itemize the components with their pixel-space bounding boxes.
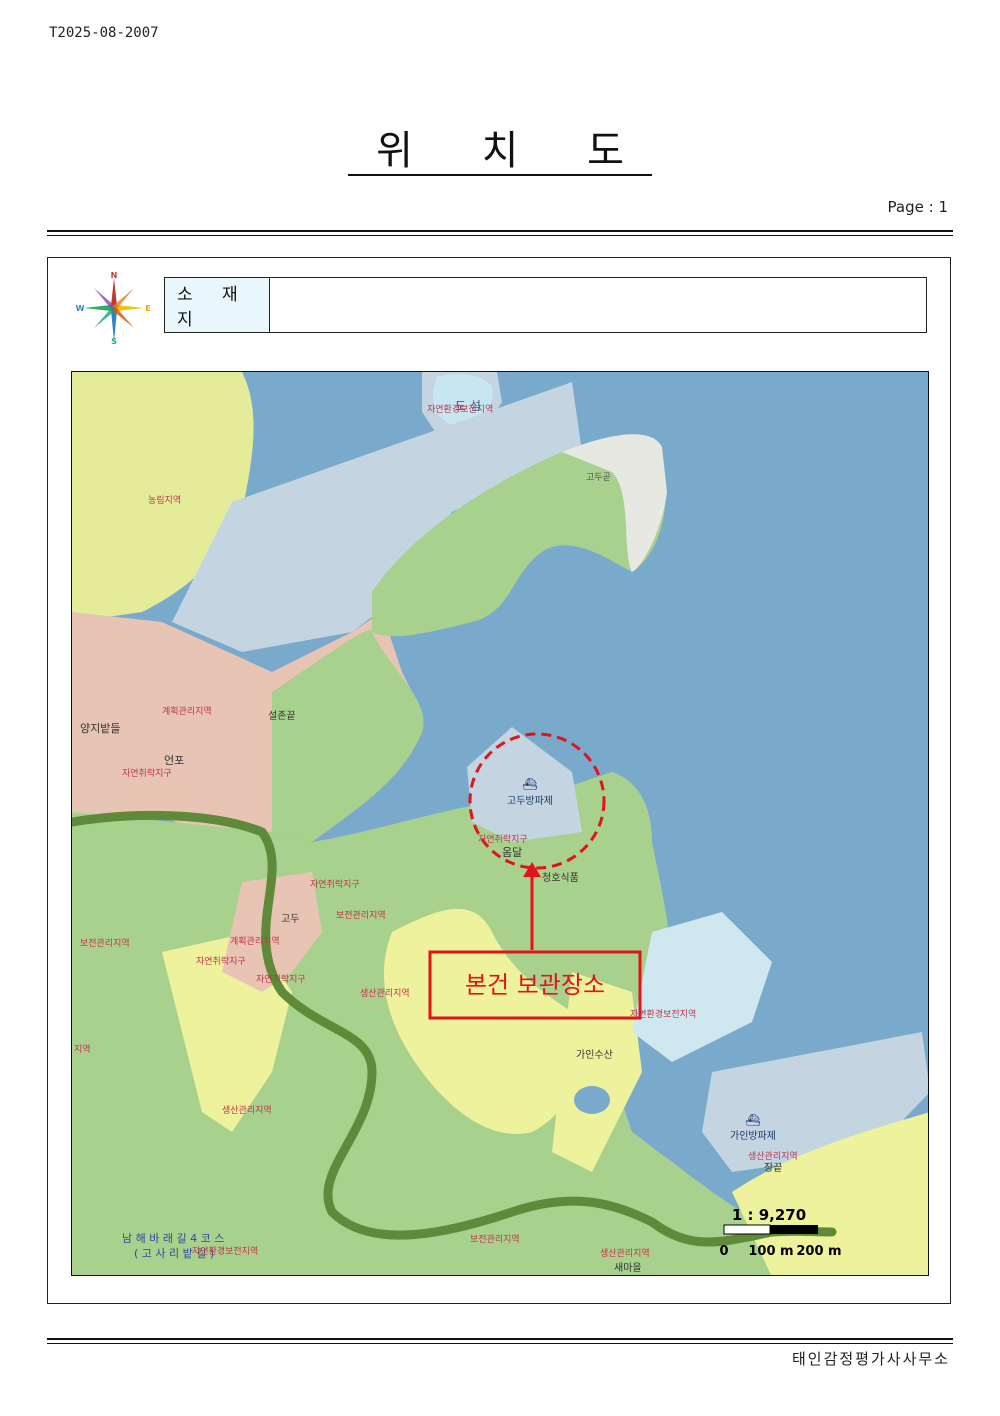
label-yangjibat: 양지밭들 (80, 722, 120, 735)
label-bojeon-2: 보전관리지역 (80, 938, 130, 949)
label-cheongho: 청호식품 (542, 872, 579, 884)
label-gyehoek-1: 계획관리지역 (162, 705, 212, 717)
label-gainbang: 가인방파제 (730, 1130, 776, 1142)
address-value (270, 278, 926, 332)
scale-seg-white (723, 1224, 771, 1235)
compass-s: S (111, 337, 117, 346)
ship-icon: ⛴ (522, 777, 537, 791)
scale-tick-100: 100 m (748, 1244, 793, 1259)
compass-e: E (145, 304, 150, 313)
label-saengsan-2: 생산관리지역 (222, 1105, 272, 1116)
office-name: 태인감정평가사사무소 (791, 1350, 950, 1368)
label-godubang: 고두방파제 (507, 795, 553, 807)
label-jayeonhwangyeong-3: 자연환경보전지역 (192, 1245, 258, 1257)
label-chwirak-1: 자연취락지구 (122, 767, 172, 779)
label-bojeon-3: 보전관리지역 (470, 1234, 520, 1245)
scale-tick-0: 0 (719, 1244, 728, 1259)
label-godu: 고두 (281, 914, 299, 925)
label-godugot: 고두곧 (586, 472, 611, 483)
compass-w: W (76, 304, 85, 313)
label-chwirak-4: 자연취락지구 (196, 955, 246, 967)
header-double-rule (47, 230, 953, 236)
label-chwirak-3: 자연취락지구 (310, 878, 360, 890)
label-jayeonhwangyeong-1: 자연환경보전지역 (427, 403, 493, 415)
label-seoljongot: 설존끝 (268, 710, 296, 722)
callout-text: 본건 보관장소 (465, 971, 605, 999)
label-gainsusan: 가인수산 (576, 1049, 613, 1061)
label-chwirak-5: 자연취락지구 (256, 973, 306, 985)
address-table: 소 재 지 (164, 277, 927, 333)
label-saengsan-4: 생산관리지역 (600, 1248, 650, 1259)
label-eonpo: 언포 (164, 754, 184, 767)
footer-double-rule (47, 1338, 953, 1344)
label-omdal: 옴달 (502, 846, 522, 859)
label-saengsan-3: 생산관리지역 (748, 1151, 798, 1162)
ship-icon: ⛴ (745, 1113, 760, 1127)
label-janggot: 장끝 (764, 1162, 782, 1174)
address-label: 소 재 지 (165, 278, 270, 332)
location-map: 본건 보관장소 ⛴ ⛴ 도 섬 자연환경보전지역 고두곧 농림지역 계획관리지역… (71, 371, 929, 1276)
label-trail-1: 남 해 바 래 길 4 코 스 (122, 1231, 224, 1245)
scale-seg-black (770, 1225, 818, 1234)
label-gyehoek-2: 계획관리지역 (230, 935, 280, 947)
label-nongnim: 농림지역 (148, 494, 181, 506)
compass-rose-icon: N S E W (76, 271, 151, 346)
label-saemaeul: 새마을 (614, 1262, 642, 1274)
page-number: Page : 1 (887, 198, 948, 216)
label-jiyeok: 지역 (74, 1044, 91, 1055)
map-canvas: 본건 보관장소 ⛴ ⛴ 도 섬 자연환경보전지역 고두곧 농림지역 계획관리지역… (72, 372, 928, 1275)
page-title: 위 치 도 (0, 128, 1000, 176)
label-bojeon-1: 보전관리지역 (336, 910, 386, 921)
scale-ratio: 1 : 9,270 (732, 1206, 806, 1224)
document-id: T2025-08-2007 (49, 25, 159, 41)
page-title-text: 위 치 도 (348, 128, 652, 176)
label-saengsan-1: 생산관리지역 (360, 988, 410, 999)
scale-tick-200: 200 m (796, 1244, 841, 1259)
label-jayeonhwangyeong-2: 자연환경보전지역 (630, 1008, 696, 1020)
pond (574, 1086, 610, 1114)
label-chwirak-2: 자연취락지구 (478, 833, 528, 845)
compass-n: N (111, 271, 118, 280)
